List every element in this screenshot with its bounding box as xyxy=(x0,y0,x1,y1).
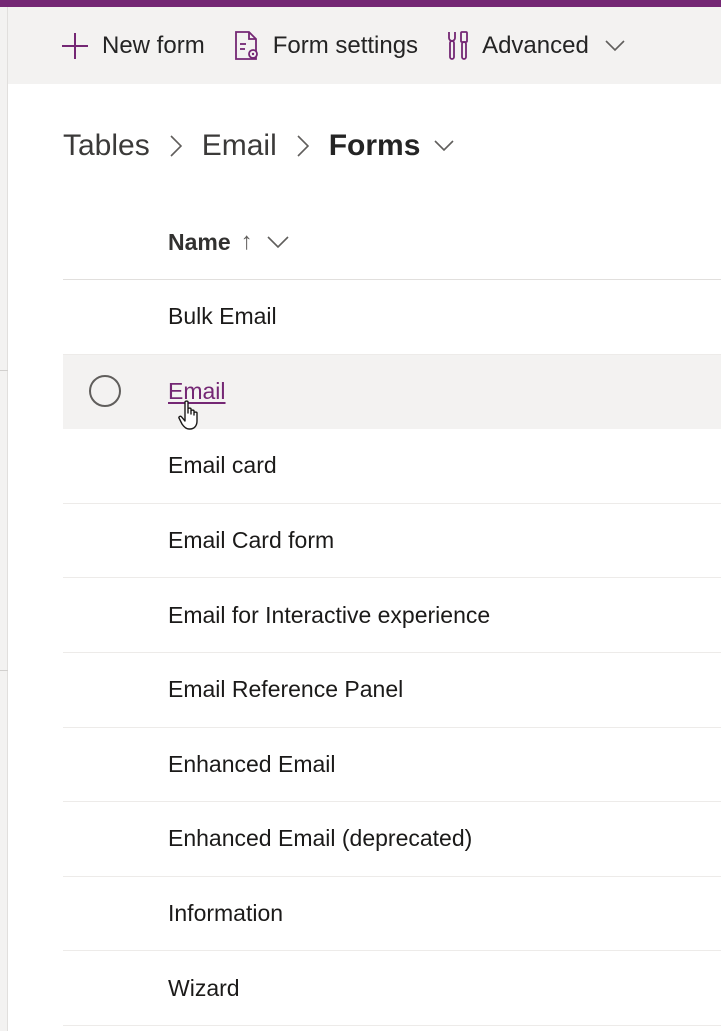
table-row[interactable]: Information xyxy=(63,877,721,952)
chevron-right-icon xyxy=(170,135,182,157)
breadcrumb-item-tables[interactable]: Tables xyxy=(63,129,150,163)
rail-divider xyxy=(0,670,8,671)
new-form-label: New form xyxy=(102,31,205,59)
column-header-label: Name xyxy=(168,228,231,255)
breadcrumb: Tables Email Forms xyxy=(63,118,454,174)
advanced-menu-button[interactable]: Advanced xyxy=(446,24,625,68)
top-accent-bar xyxy=(0,0,721,7)
form-name-link[interactable]: Email card xyxy=(168,452,277,479)
chevron-down-icon[interactable] xyxy=(267,235,289,249)
table-row[interactable]: Email Reference Panel xyxy=(63,653,721,728)
form-settings-icon xyxy=(233,30,261,62)
table-row[interactable]: Email for Interactive experience xyxy=(63,578,721,653)
form-name-link[interactable]: Email Card form xyxy=(168,527,334,554)
forms-grid: Name ↑ Bulk Email Email Email card Email… xyxy=(63,205,721,1026)
hand-pointer-cursor-icon xyxy=(178,400,204,437)
form-name-link[interactable]: Email for Interactive experience xyxy=(168,602,490,629)
chevron-right-icon xyxy=(297,135,309,157)
table-row[interactable]: Enhanced Email xyxy=(63,728,721,803)
row-select-checkbox[interactable] xyxy=(89,375,121,408)
form-name-link[interactable]: Email Reference Panel xyxy=(168,676,403,703)
column-header-name[interactable]: Name ↑ xyxy=(63,205,721,280)
left-navigation-rail xyxy=(0,7,8,1031)
tools-icon xyxy=(446,30,470,62)
form-name-link[interactable]: Enhanced Email (deprecated) xyxy=(168,825,472,852)
table-row[interactable]: Email xyxy=(63,354,721,430)
command-bar: New form Form settings Advanced xyxy=(8,7,721,84)
table-row[interactable]: Email card xyxy=(63,429,721,504)
form-name-link[interactable]: Information xyxy=(168,900,283,927)
advanced-label: Advanced xyxy=(482,31,589,59)
breadcrumb-current-forms[interactable]: Forms xyxy=(329,129,455,163)
form-settings-button[interactable]: Form settings xyxy=(233,24,418,68)
chevron-down-icon xyxy=(605,39,625,52)
table-row[interactable]: Bulk Email xyxy=(63,280,721,355)
sort-ascending-icon: ↑ xyxy=(240,228,253,255)
new-form-button[interactable]: New form xyxy=(60,24,205,68)
table-row[interactable]: Enhanced Email (deprecated) xyxy=(63,802,721,877)
table-row[interactable]: Email Card form xyxy=(63,504,721,579)
chevron-down-icon xyxy=(434,140,454,152)
form-name-link[interactable]: Bulk Email xyxy=(168,303,277,330)
breadcrumb-item-email[interactable]: Email xyxy=(202,129,277,163)
form-name-link[interactable]: Wizard xyxy=(168,975,240,1002)
form-settings-label: Form settings xyxy=(272,31,419,59)
form-name-link[interactable]: Enhanced Email xyxy=(168,751,336,778)
form-list-page: New form Form settings Advanced Tables E… xyxy=(0,0,721,1031)
rail-divider xyxy=(0,370,8,371)
breadcrumb-current-label: Forms xyxy=(328,129,421,162)
plus-icon xyxy=(60,31,90,61)
table-row[interactable]: Wizard xyxy=(63,951,721,1026)
